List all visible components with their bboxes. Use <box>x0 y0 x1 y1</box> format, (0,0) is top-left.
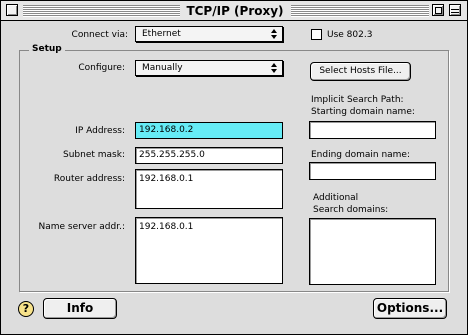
info-button[interactable]: Info <box>43 298 117 319</box>
options-button[interactable]: Options... <box>373 298 447 319</box>
ip-address-field[interactable]: 192.168.0.2 <box>135 122 283 139</box>
popup-arrows-icon <box>271 29 278 39</box>
window-title: TCP/IP (Proxy) <box>180 2 290 20</box>
subnet-mask-label: Subnet mask: <box>63 150 125 160</box>
connect-via-label: Connect via: <box>71 30 128 40</box>
ip-address-label: IP Address: <box>75 126 125 136</box>
ending-domain-field[interactable] <box>309 162 436 180</box>
setup-group-title: Setup <box>29 43 65 55</box>
configure-popup[interactable]: Manually <box>135 60 283 76</box>
use-8023-label: Use 802.3 <box>327 30 373 40</box>
search-domains-label: Search domains: <box>313 205 389 215</box>
connect-via-popup[interactable]: Ethernet <box>135 26 283 42</box>
collapse-box-icon[interactable] <box>449 4 461 16</box>
additional-label: Additional <box>313 193 359 203</box>
popup-arrows-icon <box>271 63 278 73</box>
search-domains-area[interactable] <box>309 218 436 285</box>
name-server-label: Name server addr.: <box>38 222 125 232</box>
name-server-area[interactable]: 192.168.0.1 <box>135 217 283 284</box>
close-box-icon[interactable] <box>6 4 18 16</box>
router-address-label: Router address: <box>53 174 125 184</box>
subnet-mask-field[interactable]: 255.255.255.0 <box>135 147 283 164</box>
router-address-area[interactable]: 192.168.0.1 <box>135 169 283 209</box>
use-8023-checkbox[interactable] <box>311 29 322 40</box>
zoom-box-icon[interactable] <box>432 4 444 16</box>
title-bar-stripes-right <box>291 5 429 17</box>
ending-domain-label: Ending domain name: <box>311 150 411 160</box>
help-icon[interactable]: ? <box>18 301 34 317</box>
select-hosts-file-button[interactable]: Select Hosts File... <box>310 62 411 81</box>
title-bar-stripes-left <box>23 5 181 17</box>
starting-domain-field[interactable] <box>309 121 436 139</box>
implicit-search-path-label: Implicit Search Path: <box>311 95 404 105</box>
starting-domain-label: Starting domain name: <box>311 107 415 117</box>
connect-via-value: Ethernet <box>142 29 181 39</box>
configure-value: Manually <box>142 63 183 73</box>
configure-label: Configure: <box>78 63 125 73</box>
ip-address-value: 192.168.0.2 <box>136 123 282 138</box>
